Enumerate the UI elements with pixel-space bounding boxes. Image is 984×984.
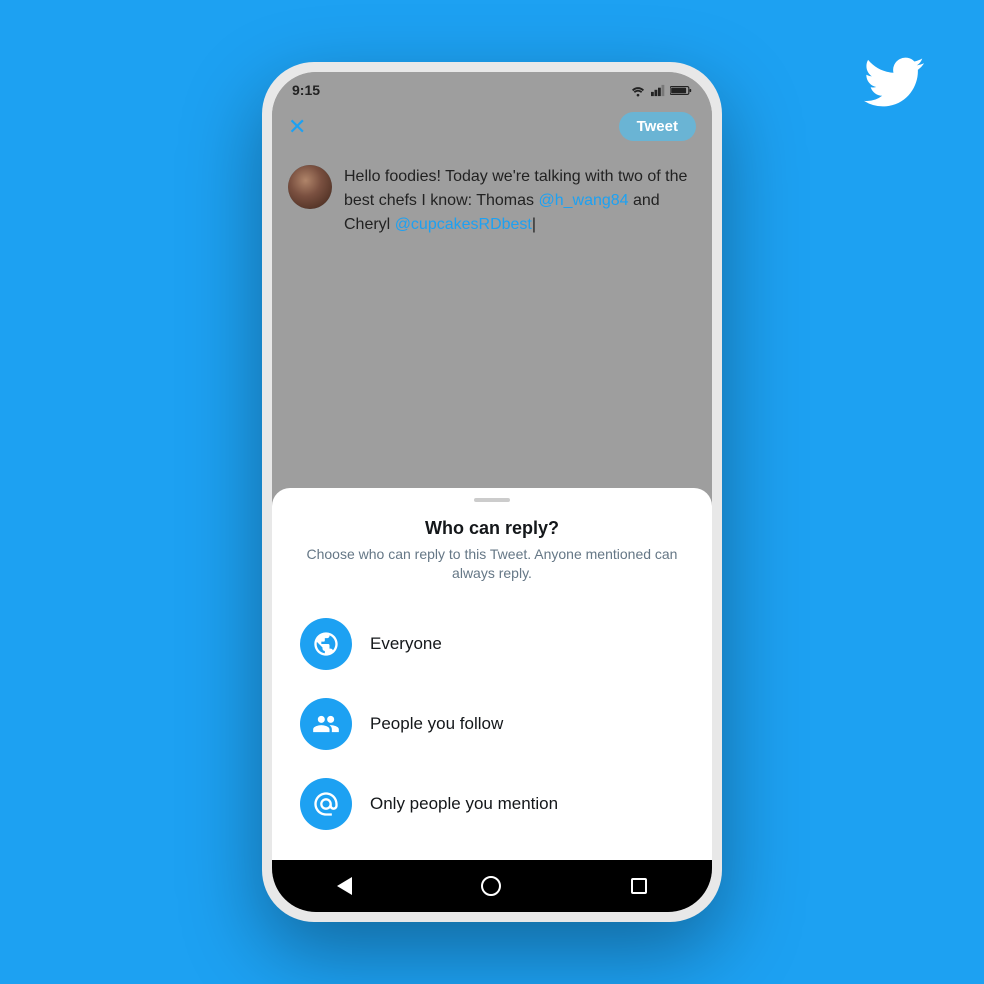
twitter-logo	[864, 52, 924, 125]
status-time: 9:15	[292, 82, 320, 98]
avatar	[288, 165, 332, 209]
tweet-text-area[interactable]: Hello foodies! Today we're talking with …	[344, 165, 696, 468]
bottom-sheet: Who can reply? Choose who can reply to t…	[272, 488, 712, 860]
mention-label: Only people you mention	[370, 794, 558, 814]
reply-option-mention[interactable]: Only people you mention	[272, 764, 712, 844]
everyone-label: Everyone	[370, 634, 442, 654]
at-icon	[312, 790, 340, 818]
close-button[interactable]: ✕	[288, 114, 306, 140]
phone-frame: 9:15	[262, 62, 722, 922]
avatar-image	[288, 165, 332, 209]
tweet-button[interactable]: Tweet	[619, 112, 696, 141]
status-bar: 9:15	[272, 72, 712, 104]
android-nav-bar	[272, 860, 712, 912]
people-icon	[312, 710, 340, 738]
mention-2: @cupcakesRDbest	[395, 216, 532, 233]
home-button[interactable]	[481, 876, 501, 896]
reply-option-following[interactable]: People you follow	[272, 684, 712, 764]
mention-icon-circle	[300, 778, 352, 830]
compose-area: Hello foodies! Today we're talking with …	[272, 153, 712, 488]
battery-icon	[670, 84, 692, 97]
cursor: |	[532, 216, 536, 233]
phone-screen: 9:15	[272, 72, 712, 912]
sheet-subtitle: Choose who can reply to this Tweet. Anyo…	[272, 545, 712, 584]
signal-icon	[651, 84, 665, 97]
globe-icon	[312, 630, 340, 658]
compose-header: ✕ Tweet	[272, 104, 712, 153]
sheet-handle	[474, 498, 510, 502]
sheet-title: Who can reply?	[272, 518, 712, 539]
recents-button[interactable]	[631, 878, 647, 894]
wifi-icon	[630, 84, 646, 97]
mention-1: @h_wang84	[538, 192, 628, 209]
reply-option-everyone[interactable]: Everyone	[272, 604, 712, 684]
status-icons	[630, 84, 692, 97]
back-button[interactable]	[337, 877, 352, 895]
following-label: People you follow	[370, 714, 503, 734]
everyone-icon-circle	[300, 618, 352, 670]
following-icon-circle	[300, 698, 352, 750]
